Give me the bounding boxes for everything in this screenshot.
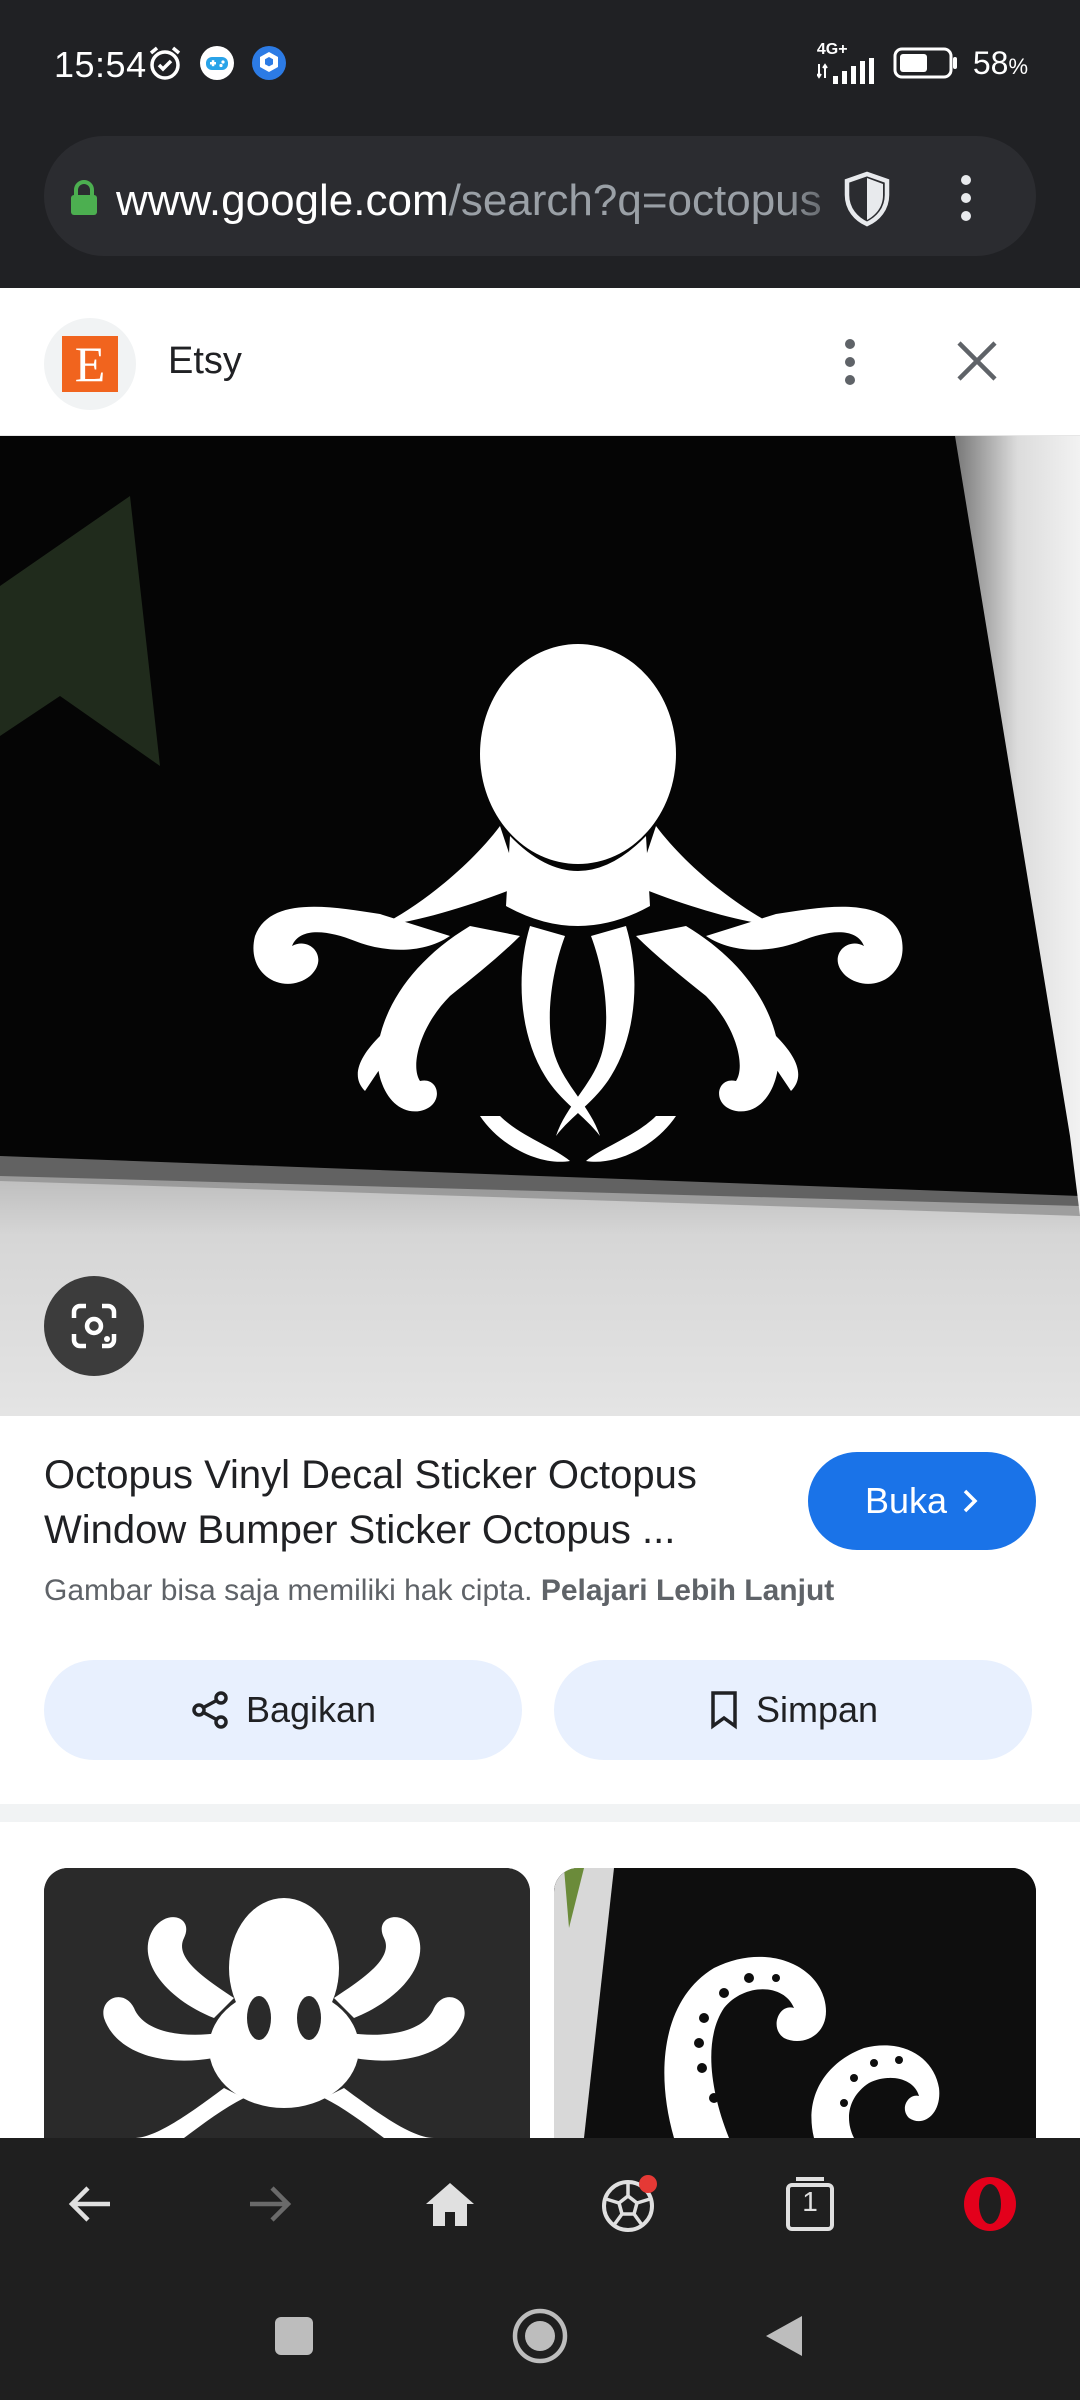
forward-button[interactable] <box>238 2172 302 2236</box>
browser-address-area: www.google.com/search?q=octopus <box>0 132 1080 288</box>
copyright-notice: Gambar bisa saja memiliki hak cipta. Pel… <box>44 1574 834 1608</box>
url-text[interactable]: www.google.com/search?q=octopus <box>116 176 856 226</box>
octopus-decal-image <box>0 436 1080 1416</box>
square-icon <box>275 2317 313 2355</box>
system-home-button[interactable] <box>510 2306 570 2366</box>
system-navigation-bar <box>0 2270 1080 2400</box>
football-icon <box>602 2175 657 2232</box>
chevron-right-icon <box>963 1489 978 1513</box>
google-lens-button[interactable] <box>44 1276 144 1376</box>
battery-percent: 58% <box>972 44 1028 81</box>
octopus-thumbnail-1 <box>44 1868 530 2138</box>
football-button[interactable] <box>598 2172 662 2236</box>
site-logo[interactable]: E <box>44 318 136 410</box>
related-image-1[interactable] <box>44 1868 530 2138</box>
back-button[interactable] <box>58 2172 122 2236</box>
lens-icon <box>71 1303 117 1349</box>
opera-icon <box>964 2177 1016 2231</box>
octopus-thumbnail-2 <box>554 1868 1036 2138</box>
more-vert-icon[interactable] <box>956 172 976 224</box>
save-button[interactable]: Simpan <box>554 1660 1032 1760</box>
game-controller-icon <box>198 44 236 82</box>
home-icon <box>426 2183 474 2226</box>
close-icon[interactable] <box>956 340 998 382</box>
battery-icon <box>893 47 957 79</box>
opera-menu-button[interactable] <box>958 2172 1022 2236</box>
shield-icon[interactable] <box>840 170 894 228</box>
etsy-logo-icon: E <box>62 336 118 392</box>
result-image[interactable] <box>0 436 1080 1416</box>
lock-icon <box>71 180 97 215</box>
open-button-label: Buka <box>864 1480 948 1521</box>
site-name[interactable]: Etsy <box>168 340 242 383</box>
save-label: Simpan <box>755 1689 879 1730</box>
status-bar: 15:54 4G+ 58% <box>0 0 1080 132</box>
status-notification-icons <box>146 44 288 82</box>
alarm-icon <box>146 44 184 82</box>
system-back-button[interactable] <box>754 2306 814 2366</box>
more-options-icon[interactable] <box>832 336 868 388</box>
learn-more-link[interactable]: Pelajari Lebih Lanjut <box>541 1574 834 1607</box>
browser-toolbar: 1 <box>0 2138 1080 2270</box>
recents-button[interactable] <box>264 2306 324 2366</box>
home-button[interactable] <box>418 2172 482 2236</box>
tabs-button[interactable]: 1 <box>778 2172 842 2236</box>
share-label: Bagikan <box>245 1689 377 1730</box>
section-divider <box>0 1804 1080 1822</box>
share-icon <box>192 1691 228 1729</box>
related-image-2[interactable] <box>554 1868 1036 2138</box>
back-icon <box>68 2186 110 2222</box>
image-viewer-header: E Etsy <box>0 288 1080 436</box>
tabs-count: 1 <box>802 2186 818 2217</box>
copyright-text: Gambar bisa saja memiliki hak cipta. <box>44 1574 533 1607</box>
address-bar[interactable]: www.google.com/search?q=octopus <box>44 136 1036 256</box>
status-system-icons: 4G+ 58% <box>816 41 1028 84</box>
open-button[interactable]: Buka <box>808 1452 1036 1550</box>
signal-icon: 4G+ <box>816 41 879 84</box>
share-button[interactable]: Bagikan <box>44 1660 522 1760</box>
status-time: 15:54 <box>54 44 147 85</box>
bookmark-icon <box>711 1691 737 1730</box>
triangle-back-icon <box>766 2316 802 2356</box>
forward-icon <box>250 2186 292 2222</box>
circle-home-icon <box>512 2308 568 2364</box>
network-type: 4G+ <box>816 41 848 58</box>
security-app-icon <box>250 44 288 82</box>
result-title[interactable]: Octopus Vinyl Decal Sticker Octopus Wind… <box>44 1448 784 1558</box>
